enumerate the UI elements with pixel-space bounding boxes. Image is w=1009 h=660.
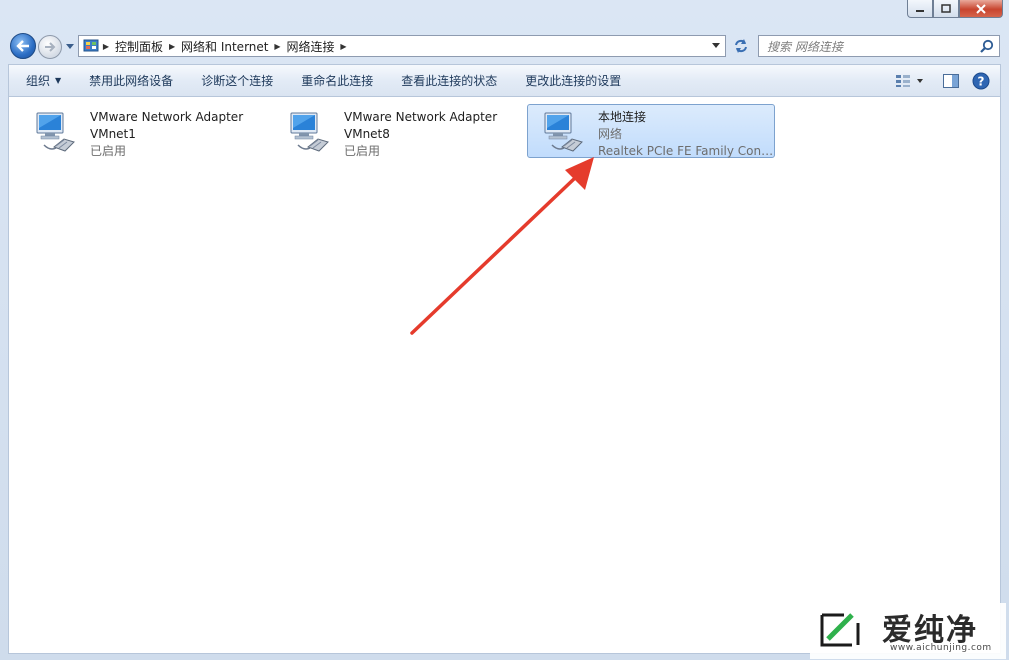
connection-details: 本地连接 网络 Realtek PCIe FE Family Control..… — [598, 109, 774, 160]
maximize-icon — [941, 4, 951, 13]
search-input[interactable] — [765, 37, 979, 57]
breadcrumb: ▶ 控制面板 ▶ 网络和 Internet ▶ 网络连接 ▶ — [99, 36, 351, 56]
address-bar[interactable]: ▶ 控制面板 ▶ 网络和 Internet ▶ 网络连接 ▶ — [78, 35, 726, 57]
forward-button[interactable] — [38, 35, 62, 59]
file-list-pane: VMware Network Adapter VMnet1 已启用 VMware… — [8, 97, 1001, 654]
network-adapter-icon — [544, 112, 583, 152]
back-button[interactable] — [10, 33, 36, 59]
network-adapter-icon — [290, 112, 329, 152]
watermark-logo-icon — [820, 613, 860, 647]
help-button[interactable]: ? — [966, 65, 996, 96]
breadcrumb-network-connections[interactable]: 网络连接 — [284, 38, 336, 55]
breadcrumb-separator-icon[interactable]: ▶ — [337, 42, 351, 51]
watermark-url: www.aichunjing.com — [890, 643, 992, 653]
connection-status: 已启用 — [90, 144, 127, 158]
preview-pane-button[interactable] — [936, 65, 966, 96]
change-settings-button[interactable]: 更改此连接的设置 — [511, 65, 635, 96]
connection-name: VMware Network Adapter — [90, 110, 244, 124]
breadcrumb-separator-icon[interactable]: ▶ — [165, 42, 179, 51]
connection-item-local-area[interactable]: 本地连接 网络 Realtek PCIe FE Family Control..… — [527, 104, 775, 158]
connection-subtitle: VMnet1 — [90, 127, 136, 141]
breadcrumb-separator-icon[interactable]: ▶ — [99, 42, 113, 51]
forward-arrow-icon — [45, 42, 56, 52]
connection-item-vmnet1[interactable]: VMware Network Adapter VMnet1 已启用 — [19, 104, 267, 158]
help-icon: ? — [972, 72, 990, 89]
preview-pane-icon — [943, 73, 959, 88]
watermark: 爱纯净 www.aichunjing.com — [810, 603, 1006, 659]
disable-device-button[interactable]: 禁用此网络设备 — [75, 65, 187, 96]
chevron-down-icon: ▼ — [55, 76, 62, 85]
svg-text:?: ? — [978, 74, 985, 88]
chevron-down-icon — [712, 43, 720, 48]
close-icon — [976, 3, 986, 14]
caption-buttons — [907, 0, 1003, 20]
connection-details: VMware Network Adapter VMnet8 已启用 — [344, 109, 520, 160]
refresh-button[interactable] — [730, 35, 752, 57]
connection-subtitle: 网络 — [598, 127, 623, 141]
recent-pages-dropdown-icon[interactable] — [66, 42, 74, 50]
breadcrumb-separator-icon[interactable]: ▶ — [270, 42, 284, 51]
search-box[interactable] — [758, 35, 1000, 57]
control-panel-icon — [83, 39, 99, 52]
breadcrumb-network-internet[interactable]: 网络和 Internet — [179, 38, 270, 55]
search-icon[interactable] — [980, 39, 994, 53]
connection-name: 本地连接 — [598, 110, 647, 124]
address-dropdown-button[interactable] — [707, 36, 725, 56]
connection-status: 已启用 — [344, 144, 381, 158]
change-view-button[interactable] — [890, 65, 930, 96]
maximize-button[interactable] — [933, 0, 959, 18]
view-controls: ? — [890, 65, 1000, 96]
view-options-icon — [896, 74, 923, 87]
minimize-icon — [916, 9, 924, 12]
navigation-bar: ▶ 控制面板 ▶ 网络和 Internet ▶ 网络连接 ▶ — [0, 30, 1009, 60]
connection-subtitle: VMnet8 — [344, 127, 390, 141]
connection-status: Realtek PCIe FE Family Control... — [598, 144, 774, 158]
breadcrumb-control-panel[interactable]: 控制面板 — [113, 38, 165, 55]
organize-label: 组织 — [26, 74, 51, 88]
refresh-icon — [735, 39, 747, 53]
connection-details: VMware Network Adapter VMnet1 已启用 — [90, 109, 266, 160]
command-bar: 组织 ▼ 禁用此网络设备 诊断这个连接 重命名此连接 查看此连接的状态 更改此连… — [8, 64, 1001, 97]
diagnose-connection-button[interactable]: 诊断这个连接 — [187, 65, 287, 96]
connection-item-vmnet8[interactable]: VMware Network Adapter VMnet8 已启用 — [273, 104, 521, 158]
explorer-window: ▶ 控制面板 ▶ 网络和 Internet ▶ 网络连接 ▶ 搜索 网络连接 组… — [0, 0, 1009, 660]
minimize-button[interactable] — [907, 0, 933, 18]
rename-connection-button[interactable]: 重命名此连接 — [287, 65, 387, 96]
connection-name: VMware Network Adapter — [344, 110, 498, 124]
organize-menu-button[interactable]: 组织 ▼ — [9, 65, 75, 96]
view-status-button[interactable]: 查看此连接的状态 — [387, 65, 511, 96]
network-adapter-icon — [36, 112, 75, 152]
back-arrow-icon — [16, 40, 29, 52]
close-button[interactable] — [959, 0, 1003, 18]
